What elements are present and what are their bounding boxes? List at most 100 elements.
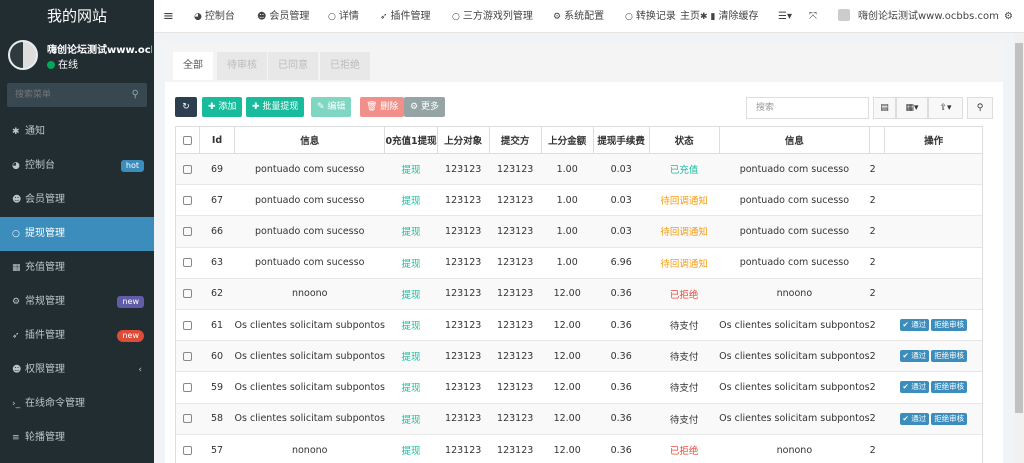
row-checkbox[interactable] <box>183 414 193 424</box>
nav-dashboard[interactable]: ◕ 控制台 <box>194 0 235 33</box>
sidebar-item-recharge[interactable]: ▦ 充值管理 <box>0 251 154 285</box>
target-cell: 123123 <box>437 402 490 435</box>
table-row[interactable]: 58 Os clientes solicitam subpontos 提现 12312… <box>175 402 984 435</box>
row-checkbox[interactable] <box>183 382 193 392</box>
refresh-button[interactable]: ↻ <box>175 97 197 117</box>
reject-button[interactable]: 拒绝审核 <box>931 412 968 425</box>
sidebar-item-carousel[interactable]: ≡ 轮播管理 <box>0 421 154 455</box>
submitter-cell: 123123 <box>489 340 542 372</box>
type-cell[interactable]: 提现 <box>384 433 438 463</box>
type-cell[interactable]: 提现 <box>384 371 438 403</box>
table-row[interactable]: 69 pontuado com sucesso 提现 123123 123123 1.00… <box>175 152 984 185</box>
scrollbar-thumb[interactable] <box>1015 43 1023 413</box>
menu-toggle-icon[interactable]: ≡ <box>163 0 174 33</box>
search-button[interactable]: ⚲ <box>967 97 993 119</box>
column-header[interactable]: 0充值1提现 <box>384 126 438 154</box>
column-header[interactable]: Id <box>199 126 235 154</box>
fullscreen-icon[interactable]: ⤧ <box>809 0 817 33</box>
page-scrollbar[interactable] <box>1014 33 1024 463</box>
tab-all[interactable]: 全部 <box>173 52 213 80</box>
nav-config[interactable]: ⚙ 系统配置 <box>553 0 604 33</box>
column-header[interactable]: 提现手续费 <box>592 126 650 154</box>
column-header[interactable]: 信息 <box>718 126 871 154</box>
table-row[interactable]: 61 Os clientes solicitam subpontos 提现 12312… <box>175 308 984 341</box>
row-checkbox[interactable] <box>183 351 193 361</box>
sidebar-item-permissions[interactable]: ☻ 权限管理 ‹ <box>0 353 154 387</box>
approve-button[interactable]: ✔ 通过 <box>899 350 930 363</box>
export-button[interactable]: ⇪▾ <box>928 97 963 119</box>
table-row[interactable]: 59 Os clientes solicitam subpontos 提现 12312… <box>175 371 984 403</box>
toggle-view-button[interactable]: ▤ <box>873 97 896 119</box>
nav-label: 详情 <box>338 11 359 22</box>
type-cell[interactable]: 提现 <box>384 308 438 341</box>
table-row[interactable]: 62 nnoono 提现 123123 123123 12.00 0.36 已拒绝 nnoono… <box>175 277 984 310</box>
table-row[interactable]: 63 pontuado com sucesso 提现 123123 123123 1.00… <box>175 246 984 279</box>
table-row[interactable]: 67 pontuado com sucesso 提现 123123 123123 1.00… <box>175 184 984 216</box>
more-button[interactable]: ⚙ 更多 <box>404 97 445 117</box>
row-checkbox[interactable] <box>183 320 193 330</box>
settings-gear-icon[interactable]: ⚙ <box>1004 0 1013 33</box>
sidebar-item-general[interactable]: ⚙ 常规管理 new <box>0 285 154 319</box>
row-checkbox[interactable] <box>183 226 193 236</box>
user-menu[interactable]: 嗨创论坛测试www.ocbbs.com <box>838 0 999 33</box>
column-header[interactable]: 提交方 <box>488 126 542 154</box>
info2-cell: Os clientes solicitam subpontos <box>719 402 870 435</box>
type-cell[interactable]: 提现 <box>384 340 438 372</box>
type-cell[interactable]: 提现 <box>384 246 438 279</box>
edit-button[interactable]: ✎ 编辑 <box>311 97 352 117</box>
approve-label: 通过 <box>911 320 927 330</box>
type-cell[interactable]: 提现 <box>384 152 438 185</box>
search-icon[interactable]: ⚲ <box>132 89 139 100</box>
delete-button[interactable]: 🗑 删除 <box>360 97 405 117</box>
nav-details[interactable]: ○ 详情 <box>328 0 359 33</box>
row-checkbox[interactable] <box>183 258 193 268</box>
type-cell[interactable]: 提现 <box>384 184 438 216</box>
sidebar: 我的网站 嗨创论坛测试www.ocbbs 在线 ⚲ ✱通知 ◕控制台hot ☻会… <box>0 0 154 463</box>
select-all-checkbox[interactable] <box>183 135 192 145</box>
column-header[interactable]: 上分金额 <box>540 126 594 154</box>
approve-button[interactable]: ✔ 通过 <box>899 412 930 425</box>
amount-cell: 1.00 <box>541 184 594 216</box>
row-checkbox[interactable] <box>183 195 193 205</box>
sidebar-item-plugins[interactable]: ➶ 插件管理 new <box>0 319 154 353</box>
row-checkbox[interactable] <box>183 289 193 299</box>
site-logo[interactable]: 我的网站 <box>0 0 154 33</box>
columns-button[interactable]: ▦▾ <box>896 97 928 119</box>
reject-button[interactable]: 拒绝审核 <box>931 350 968 363</box>
submitter-cell: 123123 <box>489 277 542 310</box>
nav-members[interactable]: ☻ 会员管理 <box>257 0 309 33</box>
nav-records[interactable]: ○ 转换记录 <box>625 0 676 33</box>
approve-button[interactable]: ✔ 通过 <box>899 381 930 394</box>
list-dropdown-icon[interactable]: ☰▾ <box>778 0 792 33</box>
nav-home[interactable]: 主页 <box>680 0 700 33</box>
approve-button[interactable]: ✔ 通过 <box>899 319 930 332</box>
sidebar-item-commands[interactable]: ›_ 在线命令管理 <box>0 387 154 421</box>
column-header[interactable]: 状态 <box>648 126 720 154</box>
nav-clear-cache[interactable]: ✱ ▮ 清除缓存 <box>700 0 759 33</box>
table-search-input[interactable]: 搜索 <box>746 97 869 119</box>
menu-search-input[interactable] <box>7 83 117 107</box>
table-row[interactable]: 66 pontuado com sucesso 提现 123123 123123 1.00… <box>175 215 984 248</box>
sidebar-item-members[interactable]: ☻ 会员管理 <box>0 183 154 217</box>
row-checkbox[interactable] <box>183 445 193 455</box>
sidebar-item-notice[interactable]: ✱ 通知 <box>0 115 154 149</box>
table-row[interactable]: 57 nonono 提现 123123 123123 12.00 0.36 已拒绝 nonono… <box>175 433 984 463</box>
batch-withdraw-button[interactable]: ✚ 批量提现 <box>246 97 305 117</box>
add-button[interactable]: ✚ 添加 <box>202 97 243 117</box>
sidebar-item-dashboard[interactable]: ◕ 控制台 hot <box>0 149 154 183</box>
sidebar-item-withdraw[interactable]: ○ 提现管理 <box>0 217 154 251</box>
reject-button[interactable]: 拒绝审核 <box>931 381 968 394</box>
nav-plugins[interactable]: ➶ 插件管理 <box>380 0 431 33</box>
tab-pending[interactable]: 待审核 <box>217 52 267 80</box>
tab-rejected[interactable]: 已拒绝 <box>320 52 370 80</box>
type-cell[interactable]: 提现 <box>384 402 438 435</box>
column-header[interactable]: 信息 <box>233 126 386 154</box>
nav-games[interactable]: ○ 三方游戏列管理 <box>452 0 533 33</box>
type-cell[interactable]: 提现 <box>384 215 438 248</box>
table-row[interactable]: 60 Os clientes solicitam subpontos 提现 12312… <box>175 340 984 372</box>
row-checkbox[interactable] <box>183 164 193 174</box>
type-cell[interactable]: 提现 <box>384 277 438 310</box>
column-header[interactable]: 上分对象 <box>436 126 490 154</box>
reject-button[interactable]: 拒绝审核 <box>931 319 968 332</box>
tab-approved[interactable]: 已同意 <box>268 52 318 80</box>
